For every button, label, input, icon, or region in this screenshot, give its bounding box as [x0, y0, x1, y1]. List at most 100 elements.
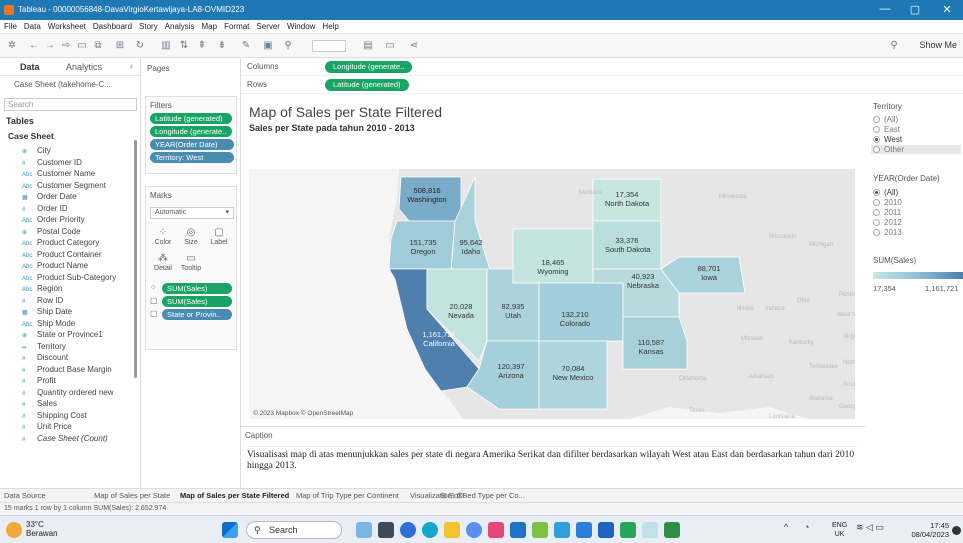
app-r-icon[interactable] [466, 522, 482, 538]
field-item[interactable]: Abc Ship Mode [22, 319, 75, 328]
field-search-input[interactable]: Search [4, 98, 137, 111]
ask-data-icon[interactable]: ⚲ [888, 40, 900, 52]
field-item[interactable]: # Order ID [22, 204, 68, 213]
columns-shelf[interactable]: Columns Longitude (generate.. [241, 58, 963, 76]
filters-card[interactable]: Filters Latitude (generated) Longitude (g… [145, 96, 237, 174]
map-canvas[interactable]: Montana Minnesota Wisconsin Michigan Illinoi… [249, 169, 855, 419]
app-chat-icon[interactable] [620, 522, 636, 538]
field-list-scrollbar[interactable] [134, 140, 137, 378]
undo-icon[interactable]: ← [28, 40, 40, 52]
chevron-up-icon[interactable]: ^ [784, 522, 794, 538]
menu-server[interactable]: Server [256, 22, 280, 31]
sheet-tab[interactable]: Data Source [4, 491, 46, 500]
filter-pill[interactable]: YEAR(Order Date) [150, 139, 234, 150]
marks-card[interactable]: Marks Automatic ▾ ⁘ Color ◎ Size ▢ Label ⁂ Detai… [145, 186, 237, 350]
chart-type-icon[interactable]: ▥ [160, 40, 172, 52]
field-item[interactable]: Abc Customer Segment [22, 181, 106, 190]
save-icon[interactable]: ▭ [76, 40, 88, 52]
field-item[interactable]: # Sales [22, 399, 57, 408]
pin-icon[interactable]: ⚲ [282, 40, 294, 52]
swap-icon[interactable]: ⇅ [178, 40, 190, 52]
filter-pill[interactable]: Latitude (generated) [150, 113, 232, 124]
app-blue-icon[interactable] [576, 522, 592, 538]
field-item[interactable]: # Product Base Margin [22, 365, 112, 374]
year-option[interactable]: 2012 [873, 218, 902, 227]
menu-dashboard[interactable]: Dashboard [93, 22, 132, 31]
clock[interactable]: 17:45 08/04/2023 [901, 521, 949, 539]
vscode-icon[interactable] [510, 522, 526, 538]
menu-format[interactable]: Format [224, 22, 249, 31]
redo-icon[interactable]: → [44, 40, 56, 52]
filter-pill[interactable]: Territory: West [150, 152, 234, 163]
tab-data[interactable]: Data [20, 62, 40, 72]
tableau-logo-icon[interactable]: ✲ [6, 40, 18, 52]
menu-story[interactable]: Story [139, 22, 158, 31]
field-item[interactable]: # Profit [22, 376, 56, 385]
label-icon[interactable]: ▣ [262, 40, 274, 52]
app-triangle-icon[interactable] [598, 522, 614, 538]
wifi-volume-icon[interactable]: ≋ ◁ ▭ [856, 522, 890, 538]
menu-window[interactable]: Window [287, 22, 315, 31]
network-icon[interactable]: ◔ [804, 522, 816, 538]
sort-ascending-icon[interactable]: ⇞ [196, 40, 208, 52]
territory-option[interactable]: (All) [873, 115, 898, 124]
year-option[interactable]: 2010 [873, 198, 902, 207]
menu-map[interactable]: Map [202, 22, 218, 31]
taskbar-search[interactable]: ⚲ Search [246, 521, 342, 539]
fit-dropdown[interactable] [312, 40, 346, 52]
refresh-icon[interactable]: ↻ [134, 40, 146, 52]
weather-widget[interactable]: 33°C Berawan [26, 520, 58, 538]
marks-pill[interactable]: SUM(Sales) [162, 283, 232, 294]
filter-pill[interactable]: Longitude (generate.. [150, 126, 232, 137]
field-item[interactable]: ▦ Order Date [22, 192, 77, 201]
marks-pill[interactable]: State or Provin.. [162, 309, 232, 320]
field-item[interactable]: ∞ Territory [22, 342, 66, 351]
marks-color-button[interactable]: ⁘ Color [150, 227, 176, 251]
new-datasource-icon[interactable]: ⧉ [92, 40, 104, 52]
field-item[interactable]: ⊕ Postal Code [22, 227, 81, 236]
field-item[interactable]: Abc Order Priority [22, 215, 85, 224]
menu-file[interactable]: File [4, 22, 17, 31]
task-view-icon[interactable] [378, 522, 394, 538]
minimize-button[interactable]: — [870, 3, 900, 15]
language-indicator[interactable]: ENG UK [832, 521, 847, 539]
sheet-tab[interactable]: Visualization of Bed Type per Co... [410, 491, 525, 500]
field-item[interactable]: # Case Sheet (Count) [22, 434, 108, 443]
field-item[interactable]: # Row ID [22, 296, 63, 305]
data-source-name[interactable]: Case Sheet (takehome-C... [14, 80, 111, 89]
field-item[interactable]: Abc Product Name [22, 261, 88, 270]
menu-worksheet[interactable]: Worksheet [48, 22, 86, 31]
notification-icon[interactable] [952, 526, 961, 535]
start-windows-icon[interactable] [222, 522, 238, 538]
widgets-icon[interactable] [356, 522, 372, 538]
app-green-icon[interactable] [532, 522, 548, 538]
year-option[interactable]: 2011 [873, 208, 901, 217]
maximize-button[interactable]: ▢ [900, 3, 930, 16]
menu-help[interactable]: Help [322, 22, 338, 31]
field-item[interactable]: ▦ Ship Date [22, 307, 72, 316]
marks-size-button[interactable]: ◎ Size [178, 227, 204, 251]
collapse-pane-icon[interactable]: ‹ [130, 61, 133, 71]
highlight-icon[interactable]: ✎ [240, 40, 252, 52]
menu-data[interactable]: Data [24, 22, 41, 31]
menu-analysis[interactable]: Analysis [165, 22, 195, 31]
worksheet-title[interactable]: Map of Sales per State Filtered [249, 104, 442, 120]
territory-option[interactable]: West [873, 135, 902, 144]
field-item[interactable]: # Discount [22, 353, 68, 362]
sort-descending-icon[interactable]: ⇟ [216, 40, 228, 52]
tableau-taskbar-icon[interactable] [488, 522, 504, 538]
field-item[interactable]: ⊕ State or Province1 [22, 330, 103, 339]
weather-icon[interactable] [6, 522, 22, 538]
tooltip-icon[interactable]: ▭ [384, 40, 396, 52]
connect-data-icon[interactable]: ⇨ [60, 40, 72, 52]
marks-tooltip-button[interactable]: ▭ Tooltip [178, 253, 204, 277]
year-option[interactable]: (All) [873, 188, 898, 197]
presentation-icon[interactable]: ▤ [362, 40, 374, 52]
file-explorer-icon[interactable] [444, 522, 460, 538]
edge-icon[interactable] [400, 522, 416, 538]
field-item[interactable]: ⊕ City [22, 146, 51, 155]
sheet-tab[interactable]: Map of Trip Type per Continent [296, 491, 399, 500]
excel-icon[interactable] [664, 522, 680, 538]
chrome-icon[interactable] [422, 522, 438, 538]
tab-analytics[interactable]: Analytics [66, 62, 102, 72]
